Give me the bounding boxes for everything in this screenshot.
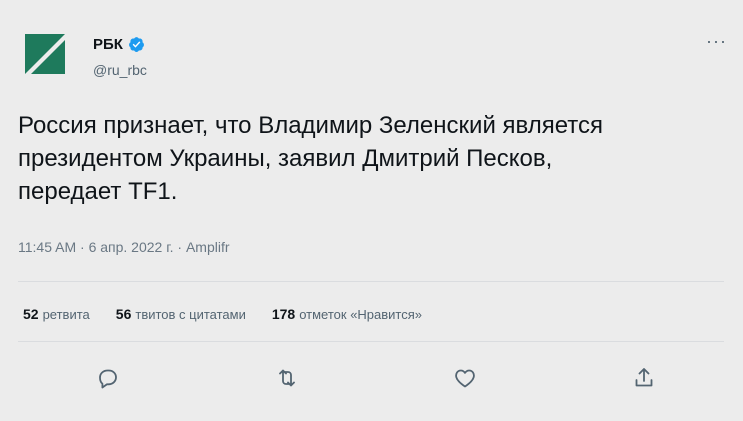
meta-separator: ·	[76, 239, 89, 255]
verified-badge-icon	[128, 36, 145, 53]
share-button[interactable]	[632, 366, 656, 390]
likes-label: отметок «Нравится»	[299, 307, 423, 322]
quotes-label: твитов с цитатами	[135, 307, 246, 322]
retweets-stat[interactable]: 52 ретвита	[23, 306, 90, 322]
meta-separator: ·	[173, 239, 186, 255]
tweet-source[interactable]: Amplifr	[186, 239, 230, 255]
quotes-stat[interactable]: 56 твитов с цитатами	[116, 306, 246, 322]
likes-count: 178	[271, 306, 296, 322]
divider	[18, 281, 724, 282]
like-button[interactable]	[453, 366, 477, 390]
retweet-icon	[279, 369, 295, 387]
retweets-count: 52	[23, 306, 39, 322]
display-name[interactable]: РБК	[93, 36, 123, 53]
share-icon	[635, 368, 653, 387]
rbc-logo-icon	[25, 34, 65, 74]
retweets-label: ретвита	[42, 307, 90, 322]
tweet-card: РБК @ru_rbc ··· Россия признает, что Вла…	[0, 0, 743, 421]
avatar[interactable]	[25, 34, 65, 74]
retweet-button[interactable]	[275, 366, 299, 390]
tweet-date[interactable]: 6 апр. 2022 г.	[89, 239, 174, 255]
more-options-icon[interactable]: ···	[706, 31, 727, 52]
likes-stat[interactable]: 178 отметок «Нравится»	[272, 306, 422, 322]
like-icon	[455, 369, 475, 388]
engagement-stats: 52 ретвита 56 твитов с цитатами 178 отметок…	[23, 306, 448, 322]
tweet-meta: 11:45 AM · 6 апр. 2022 г. · Amplifr	[18, 239, 230, 255]
tweet-text: Россия признает, что Владимир Зеленский …	[18, 112, 603, 205]
reply-button[interactable]	[96, 366, 120, 390]
action-bar	[0, 366, 743, 394]
tweet-time[interactable]: 11:45 AM	[18, 239, 76, 255]
divider	[18, 341, 724, 342]
reply-icon	[99, 369, 117, 389]
account-name-row: РБК	[93, 36, 145, 53]
account-handle[interactable]: @ru_rbc	[93, 62, 147, 78]
quotes-count: 56	[115, 306, 132, 322]
